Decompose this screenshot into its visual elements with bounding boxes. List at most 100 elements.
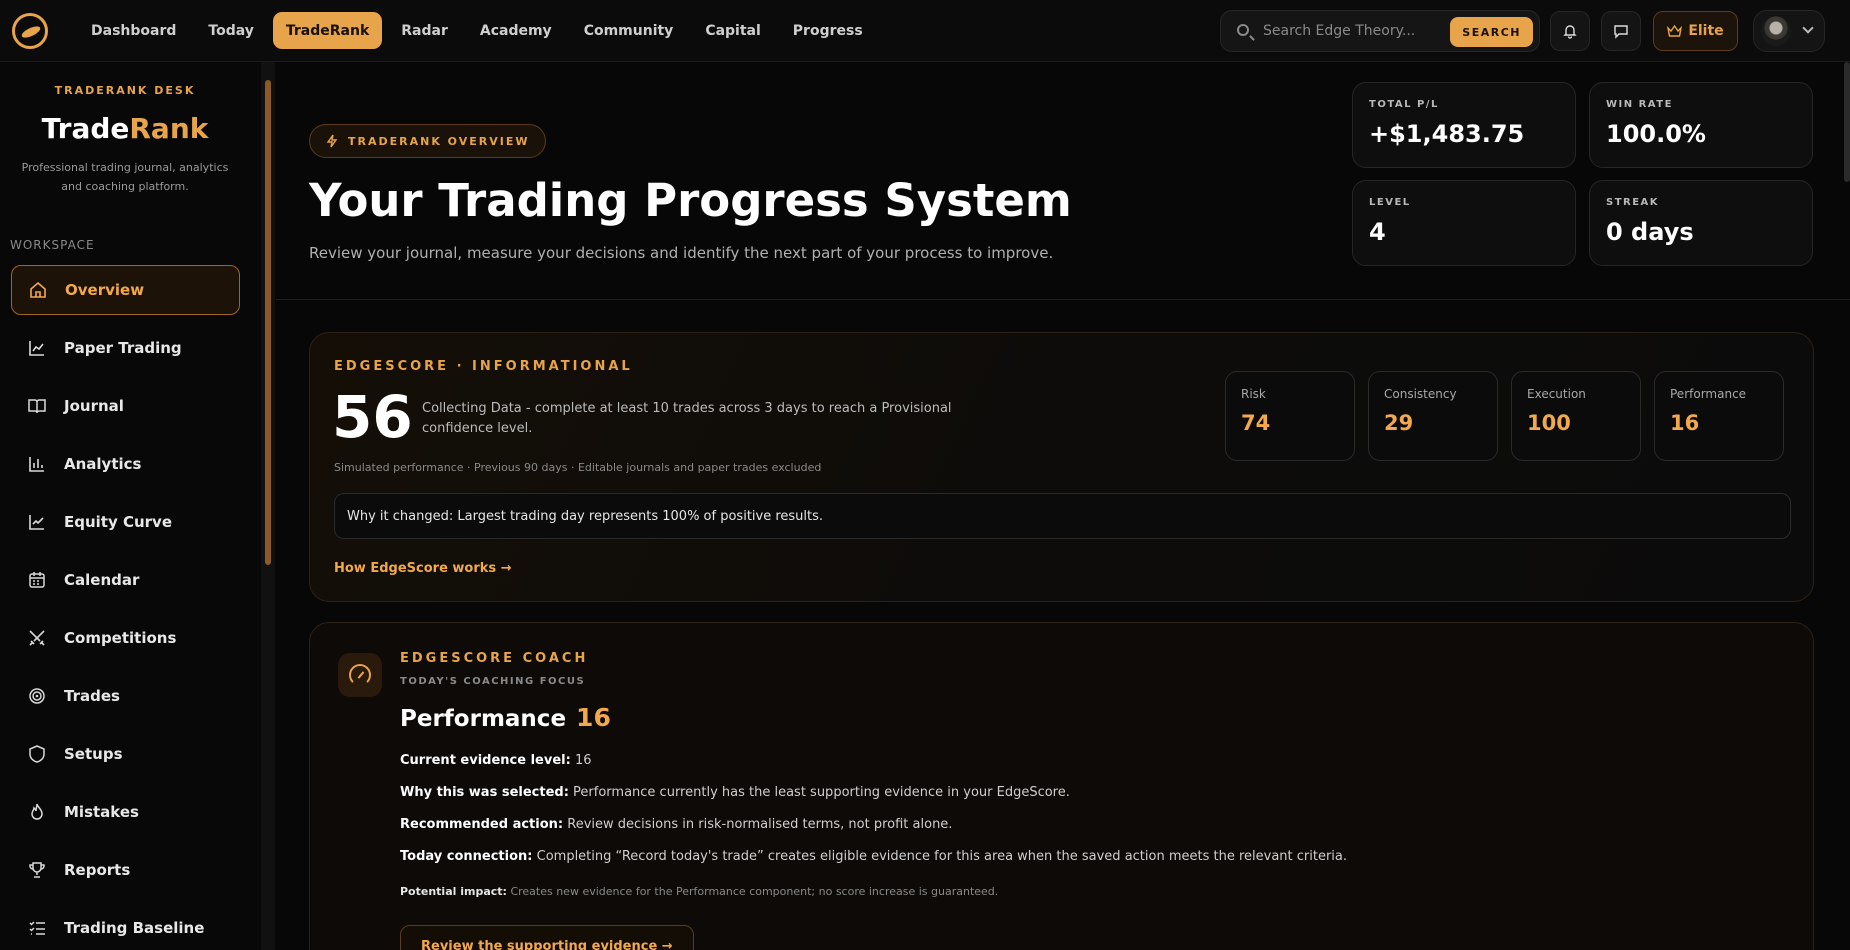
messages-button[interactable] bbox=[1601, 11, 1641, 51]
stat-label: WIN RATE bbox=[1606, 99, 1673, 110]
sidebar-item-label: Reports bbox=[64, 861, 131, 879]
component-value: 16 bbox=[1670, 411, 1700, 435]
nav-progress[interactable]: Progress bbox=[780, 12, 876, 49]
logo-icon[interactable] bbox=[12, 13, 48, 49]
coach-impact-value: Creates new evidence for the Performance… bbox=[510, 885, 999, 898]
nav-traderank[interactable]: TradeRank bbox=[272, 12, 383, 49]
nav-dashboard[interactable]: Dashboard bbox=[78, 12, 189, 49]
brand-subtitle: Professional trading journal, analytics … bbox=[21, 161, 229, 193]
sidebar-item-competitions[interactable]: Competitions bbox=[11, 613, 240, 663]
sidebar-item-overview[interactable]: Overview bbox=[11, 265, 240, 315]
sidebar-item-trading-baseline[interactable]: Trading Baseline bbox=[11, 903, 240, 950]
stat-card-streak: STREAK 0 days bbox=[1589, 180, 1813, 266]
overview-pill-label: TRADERANK OVERVIEW bbox=[348, 134, 530, 148]
coach-title-text: Performance bbox=[400, 706, 567, 732]
chat-icon bbox=[1614, 25, 1628, 39]
lightning-icon bbox=[326, 134, 338, 148]
gauge-icon bbox=[349, 664, 371, 686]
divider bbox=[276, 299, 1850, 300]
edgescore-description: Collecting Data - complete at least 10 t… bbox=[422, 401, 952, 436]
profile-menu[interactable] bbox=[1753, 10, 1825, 52]
coach-line: Why this was selected: Performance curre… bbox=[400, 785, 1070, 800]
coach-line-value: Completing “Record today's trade” create… bbox=[536, 849, 1348, 864]
component-value: 74 bbox=[1241, 411, 1271, 435]
checklist-icon bbox=[27, 918, 47, 938]
coach-line-key: Current evidence level: bbox=[400, 753, 571, 768]
stat-value: 4 bbox=[1369, 218, 1386, 246]
elite-button[interactable]: Elite bbox=[1653, 11, 1738, 51]
review-evidence-button[interactable]: Review the supporting evidence → bbox=[400, 925, 694, 950]
sidebar-item-journal[interactable]: Journal bbox=[11, 381, 240, 431]
stat-value: 100.0% bbox=[1606, 120, 1706, 148]
component-card-consistency: Consistency 29 bbox=[1368, 371, 1498, 461]
sidebar-item-trades[interactable]: Trades bbox=[11, 671, 240, 721]
component-value: 29 bbox=[1384, 411, 1414, 435]
page-scrollbar[interactable] bbox=[1844, 62, 1850, 182]
sidebar-item-paper-trading[interactable]: Paper Trading bbox=[11, 323, 240, 373]
stat-value: +$1,483.75 bbox=[1369, 120, 1525, 148]
review-evidence-label: Review the supporting evidence bbox=[421, 938, 658, 950]
search-button[interactable]: SEARCH bbox=[1450, 17, 1533, 47]
how-edgescore-works-link[interactable]: How EdgeScore works → bbox=[334, 561, 512, 576]
crown-icon bbox=[1667, 24, 1683, 37]
sidebar-item-label: Trades bbox=[64, 687, 120, 705]
trophy-icon bbox=[27, 860, 47, 880]
sidebar-item-reports[interactable]: Reports bbox=[11, 845, 240, 895]
sidebar-item-label: Journal bbox=[64, 397, 124, 415]
sidebar-item-analytics[interactable]: Analytics bbox=[11, 439, 240, 489]
stat-card-level: LEVEL 4 bbox=[1352, 180, 1576, 266]
stat-label: STREAK bbox=[1606, 197, 1660, 208]
stat-label: LEVEL bbox=[1369, 197, 1411, 208]
sidebar-item-label: Paper Trading bbox=[64, 339, 182, 357]
nav-radar[interactable]: Radar bbox=[388, 12, 461, 49]
main-content: TRADERANK OVERVIEW Your Trading Progress… bbox=[276, 62, 1850, 950]
brand-title: TradeRank bbox=[0, 112, 250, 145]
why-changed-box: Why it changed: Largest trading day repr… bbox=[334, 493, 1791, 539]
search-input[interactable] bbox=[1263, 19, 1443, 43]
coach-line-key: Recommended action: bbox=[400, 817, 564, 832]
nav-today[interactable]: Today bbox=[195, 12, 266, 49]
sidebar-item-mistakes[interactable]: Mistakes bbox=[11, 787, 240, 837]
nav-community[interactable]: Community bbox=[571, 12, 687, 49]
component-value: 100 bbox=[1527, 411, 1571, 435]
sidebar-item-equity-curve[interactable]: Equity Curve bbox=[11, 497, 240, 547]
coach-line: Today connection: Completing “Record tod… bbox=[400, 849, 1347, 864]
sidebar-item-label: Mistakes bbox=[64, 803, 139, 821]
page-subtitle: Review your journal, measure your decisi… bbox=[309, 244, 1054, 262]
sidebar-item-label: Competitions bbox=[64, 629, 177, 647]
sidebar-item-label: Equity Curve bbox=[64, 513, 173, 531]
target-icon bbox=[27, 686, 47, 706]
avatar bbox=[1761, 16, 1791, 46]
chart-line-icon bbox=[27, 338, 47, 358]
component-card-performance: Performance 16 bbox=[1654, 371, 1784, 461]
workspace-label: WORKSPACE bbox=[10, 238, 95, 252]
how-edgescore-works-label: How EdgeScore works bbox=[334, 561, 497, 576]
component-label: Execution bbox=[1527, 387, 1586, 401]
edgescore-coach-card: EDGESCORE COACH TODAY'S COACHING FOCUS P… bbox=[309, 622, 1814, 950]
sidebar-item-label: Overview bbox=[65, 281, 145, 299]
elite-label: Elite bbox=[1688, 23, 1724, 39]
page-title: Your Trading Progress System bbox=[309, 174, 1072, 227]
component-card-execution: Execution 100 bbox=[1511, 371, 1641, 461]
component-label: Risk bbox=[1241, 387, 1266, 401]
main-nav: Dashboard Today TradeRank Radar Academy … bbox=[78, 12, 876, 49]
book-icon bbox=[27, 396, 47, 416]
coach-line-value: Performance currently has the least supp… bbox=[573, 785, 1070, 800]
coach-title: Performance 16 bbox=[400, 703, 611, 732]
stat-value: 0 days bbox=[1606, 218, 1694, 246]
search-bar: SEARCH bbox=[1220, 10, 1540, 52]
notifications-button[interactable] bbox=[1550, 11, 1590, 51]
coach-line-key: Why this was selected: bbox=[400, 785, 569, 800]
sidebar-nav: Overview Paper Trading Journal Analytics… bbox=[11, 265, 240, 950]
sidebar-item-setups[interactable]: Setups bbox=[11, 729, 240, 779]
nav-capital[interactable]: Capital bbox=[692, 12, 773, 49]
sidebar-item-calendar[interactable]: Calendar bbox=[11, 555, 240, 605]
overview-pill: TRADERANK OVERVIEW bbox=[309, 124, 547, 158]
nav-academy[interactable]: Academy bbox=[467, 12, 565, 49]
sidebar-scroll-thumb[interactable] bbox=[265, 80, 271, 565]
search-icon bbox=[1237, 24, 1249, 36]
bell-icon bbox=[1563, 25, 1577, 39]
edgescore-value: 56 bbox=[332, 383, 413, 451]
coach-sublabel: TODAY'S COACHING FOCUS bbox=[400, 676, 586, 687]
coach-impact-key: Potential impact: bbox=[400, 885, 507, 898]
